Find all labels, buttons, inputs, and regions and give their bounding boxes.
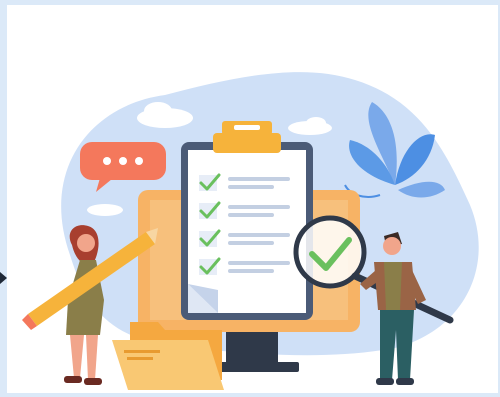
checklist-illustration: [0, 72, 479, 390]
arrow-marker-icon: [0, 272, 7, 284]
cloud-small: [87, 204, 123, 216]
clipboard-clip-icon: [213, 121, 281, 153]
